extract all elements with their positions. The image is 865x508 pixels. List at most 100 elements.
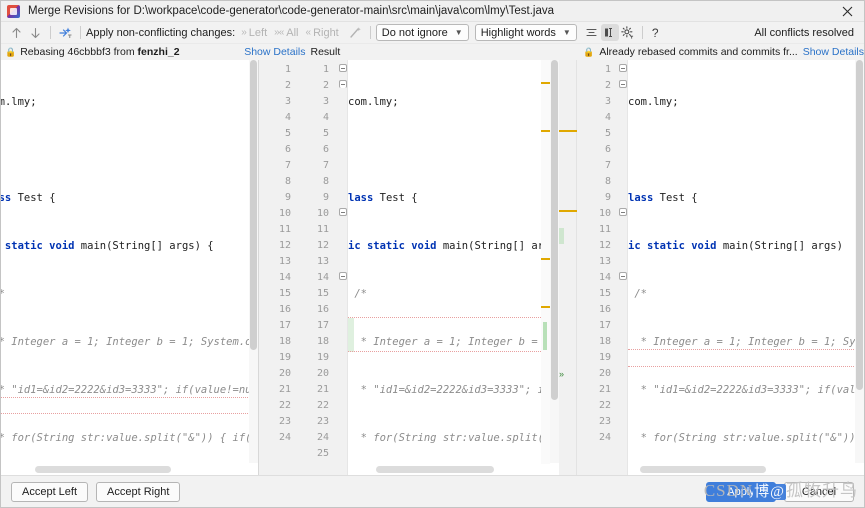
line-number: 20 20 xyxy=(278,368,329,379)
gear-icon[interactable] xyxy=(619,24,637,41)
apply-button[interactable]: Apply xyxy=(706,481,776,502)
gutter-green xyxy=(559,228,564,244)
line-number: 11 11 xyxy=(278,224,329,235)
left-vscroll-thumb[interactable] xyxy=(250,60,257,350)
toolbar-divider-2 xyxy=(80,26,81,39)
line-number: 14 xyxy=(598,272,611,283)
cancel-button[interactable]: Cancel xyxy=(784,481,854,502)
line-number: 1 xyxy=(604,64,611,75)
code-line: * Integer a = 1; Integer b = 1; Sys xyxy=(628,336,862,348)
left-show-details-link[interactable]: Show Details xyxy=(244,46,305,58)
help-icon[interactable]: ? xyxy=(648,26,663,40)
right-vscroll-thumb[interactable] xyxy=(856,60,863,390)
result-horizontal-scrollbar[interactable] xyxy=(348,464,559,475)
middle-pane-caption: Show Details Result xyxy=(244,46,579,58)
left-horizontal-scrollbar[interactable] xyxy=(1,464,258,475)
code-line: * for(String str:value.split("&")) { if(… xyxy=(1,432,258,444)
highlight-policy-value: Highlight words xyxy=(480,26,556,39)
ignore-policy-select[interactable]: Do not ignore ▼ xyxy=(375,24,469,41)
right-merge-gutter[interactable]: » xyxy=(559,60,577,475)
apply-right-label: Right xyxy=(313,26,339,39)
line-number: 18 xyxy=(598,336,611,347)
result-code-area[interactable]: com.lmy; lass Test { ic static void main… xyxy=(348,60,559,475)
toolbar-divider xyxy=(50,26,51,39)
right-fold-column[interactable] xyxy=(617,60,628,475)
left-vertical-scrollbar[interactable] xyxy=(249,60,258,463)
right-editor-pane[interactable]: 1 2 3 4 5 6 7 8 9 10 11 12 13 14 15 16 17 18 19 20 21 22 23 24 … xyxy=(577,60,864,475)
line-number: 22 22 xyxy=(278,400,329,411)
line-number: 20 xyxy=(598,368,611,379)
code-line: * for(String str:value.split("&")) xyxy=(628,432,856,444)
apply-left-button[interactable]: » Left xyxy=(241,27,267,39)
diff-editors: ge com.lmy; n class Test { ublic static … xyxy=(1,60,864,475)
fold-marker-4[interactable] xyxy=(339,272,347,280)
line-number: 44 xyxy=(284,112,329,123)
code-line: ic static void main(String[] args) xyxy=(628,240,843,252)
next-difference-icon[interactable] xyxy=(26,24,45,42)
apply-all-icon[interactable] xyxy=(56,24,75,42)
highlight-policy-select[interactable]: Highlight words ▼ xyxy=(474,24,577,41)
result-line-numbers: 1 1 2 2 3 3 4 4 5 5 6 6 7 7 8 8 9 9 10 10 11 11 12 12 13 13 14 14 15… xyxy=(259,60,337,475)
fold-marker-r2[interactable] xyxy=(619,80,627,88)
accept-left-button[interactable]: Accept Left xyxy=(11,481,89,502)
left-code-area[interactable]: ge com.lmy; n class Test { ublic static … xyxy=(1,60,258,475)
code-line: /* xyxy=(348,288,367,300)
magic-wand-icon[interactable] xyxy=(346,24,365,42)
code-line: d /* xyxy=(1,286,258,302)
code-line: n class Test { xyxy=(1,192,56,204)
right-hscroll-thumb[interactable] xyxy=(640,466,766,473)
code-line: * for(String str:value.split("&")) { if xyxy=(360,432,559,444)
line-number: 22 xyxy=(284,80,329,91)
right-vertical-scrollbar[interactable] xyxy=(855,60,864,463)
left-hscroll-thumb[interactable] xyxy=(35,466,171,473)
line-number: 13 13 xyxy=(278,256,329,267)
result-vscroll-thumb[interactable] xyxy=(551,60,558,400)
app-icon xyxy=(7,4,20,18)
line-number: 15 15 xyxy=(278,288,329,299)
toolbar-divider-4 xyxy=(641,26,643,39)
apply-all-button[interactable]: »« All xyxy=(274,27,298,39)
code-line: * Integer a = 1; Integer b = 1; System.o xyxy=(360,336,557,348)
result-vertical-scrollbar[interactable] xyxy=(550,60,559,463)
line-number: 66 xyxy=(284,144,329,155)
line-number: 99 xyxy=(284,192,329,203)
collapse-unchanged-icon[interactable] xyxy=(583,24,601,41)
close-icon[interactable] xyxy=(834,1,860,22)
left-editor-pane[interactable]: ge com.lmy; n class Test { ublic static … xyxy=(1,60,259,475)
chevron-left-icon: « xyxy=(305,27,311,38)
line-number: 55 xyxy=(284,128,329,139)
line-number: 15 xyxy=(598,288,611,299)
result-editor-pane[interactable]: 1 1 2 2 3 3 4 4 5 5 6 6 7 7 8 8 9 9 10 10 11 11 12 12 13 13 14 14 15… xyxy=(259,60,559,475)
right-horizontal-scrollbar[interactable] xyxy=(628,464,864,475)
line-number: 19 19 xyxy=(278,352,329,363)
fold-marker-3[interactable] xyxy=(339,208,347,216)
fold-marker-r4[interactable] xyxy=(619,272,627,280)
line-number: 17 xyxy=(598,320,611,331)
result-hscroll-thumb[interactable] xyxy=(376,466,494,473)
fold-marker-r1[interactable] xyxy=(619,64,627,72)
apply-nonconflicting-label: Apply non-conflicting changes: xyxy=(86,26,236,39)
line-number: 16 xyxy=(598,304,611,315)
right-show-details-link[interactable]: Show Details xyxy=(803,46,864,58)
code-line: lass Test { xyxy=(628,192,698,204)
line-number: 18 18 xyxy=(278,336,329,347)
line-number: 12 12 xyxy=(278,240,329,251)
accept-right-button[interactable]: Accept Right xyxy=(96,481,181,502)
title-bar: Merge Revisions for D:\workpace\code-gen… xyxy=(1,1,864,22)
apply-all-label: All xyxy=(286,26,299,39)
result-fold-column[interactable] xyxy=(337,60,348,475)
right-code-area[interactable]: com.lmy; lass Test { ic static void main… xyxy=(628,60,864,475)
show-whitespace-icon[interactable] xyxy=(600,24,619,41)
fold-marker-r3[interactable] xyxy=(619,208,627,216)
change-marker-green xyxy=(543,322,547,350)
line-number: 11 xyxy=(598,224,611,235)
apply-right-button[interactable]: « Right xyxy=(306,27,339,39)
fold-marker[interactable] xyxy=(339,64,347,72)
fold-marker-2[interactable] xyxy=(339,80,347,88)
previous-difference-icon[interactable] xyxy=(7,24,26,42)
change-marker xyxy=(541,258,550,260)
result-change-markers[interactable] xyxy=(541,60,550,475)
line-number: 33 xyxy=(284,96,329,107)
change-marker xyxy=(541,82,550,84)
